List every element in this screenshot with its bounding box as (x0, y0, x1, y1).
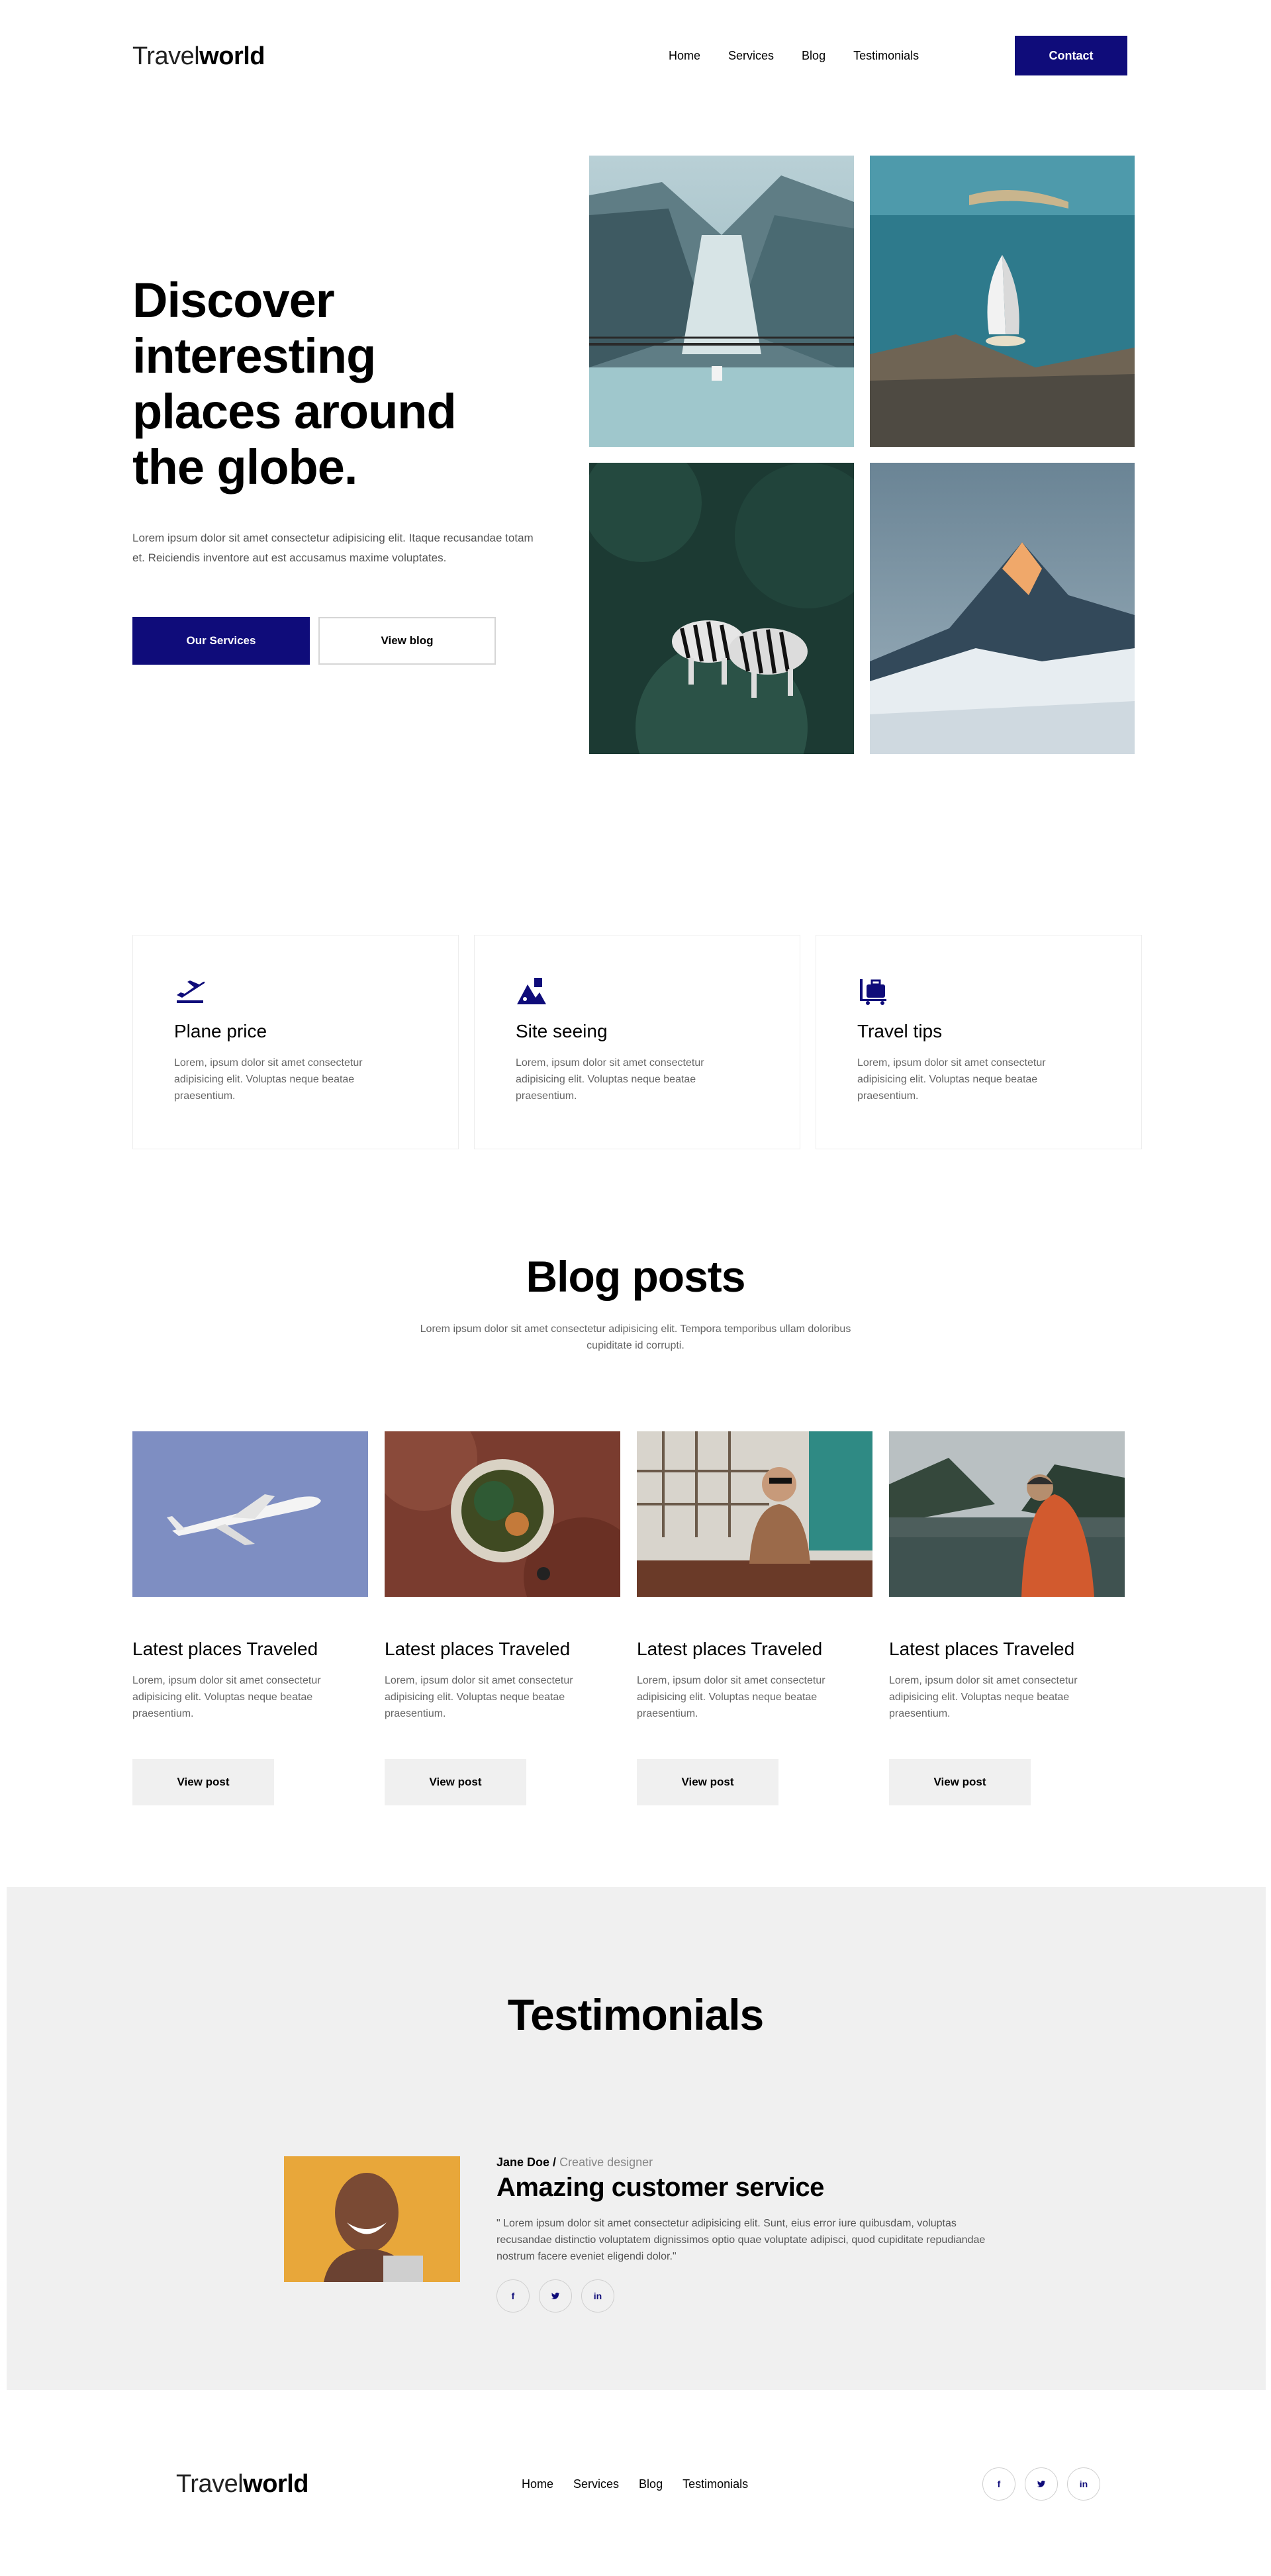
logo[interactable]: Travelworld (132, 44, 265, 69)
blog-post-text: Lorem, ipsum dolor sit amet consectetur … (132, 1675, 321, 1719)
view-post-button[interactable]: View post (385, 1759, 526, 1805)
footer-logo-bold-text: world (243, 2470, 308, 2498)
logo-bold-text: world (199, 42, 265, 70)
twitter-icon[interactable] (1025, 2467, 1058, 2501)
testimonial-headline: Amazing customer service (496, 2173, 824, 2202)
blog-post-title[interactable]: Latest places Traveled (889, 1639, 1074, 1660)
footer-logo-light-text: Travel (176, 2470, 244, 2498)
feature-title: Plane price (174, 1021, 267, 1041)
feature-text: Lorem, ipsum dolor sit amet consectetur … (516, 1057, 704, 1102)
nav-home[interactable]: Home (669, 46, 700, 65)
blog-section-subtitle: Lorem ipsum dolor sit amet consectetur a… (420, 1323, 851, 1351)
facebook-icon[interactable]: f (496, 2279, 530, 2313)
footer-nav-services[interactable]: Services (573, 2475, 619, 2493)
blog-post-text: Lorem, ipsum dolor sit amet consectetur … (385, 1675, 573, 1719)
site-header: Travelworld Home Services Blog Testimoni… (0, 0, 1271, 113)
testimonial-role: Creative designer (559, 2156, 653, 2169)
linkedin-icon[interactable]: in (581, 2279, 614, 2313)
feature-text: Lorem, ipsum dolor sit amet consectetur … (857, 1057, 1046, 1102)
blog-post-text: Lorem, ipsum dolor sit amet consectetur … (889, 1675, 1078, 1719)
blog-post-image-food-bowl[interactable] (385, 1431, 620, 1597)
view-blog-button[interactable]: View blog (318, 617, 496, 665)
contact-button[interactable]: Contact (1015, 36, 1127, 75)
testimonials-title: Testimonials (507, 1990, 765, 2039)
blog-post-title[interactable]: Latest places Traveled (132, 1639, 318, 1660)
main-nav: Home Services Blog Testimonials (669, 46, 947, 65)
footer-logo[interactable]: Travelworld (176, 2471, 308, 2497)
feature-text: Lorem, ipsum dolor sit amet consectetur … (174, 1057, 363, 1102)
blog-post-image-man-cafe[interactable] (637, 1431, 872, 1597)
testimonial-quote: " Lorem ipsum dolor sit amet consectetur… (496, 2218, 986, 2262)
airplane-takeoff-icon (174, 975, 206, 1007)
blog-post-title[interactable]: Latest places Traveled (385, 1639, 570, 1660)
hero-photo-snow-peak (870, 463, 1135, 754)
testimonial-avatar (284, 2156, 460, 2282)
footer-nav-testimonials[interactable]: Testimonials (683, 2475, 748, 2493)
twitter-icon[interactable] (539, 2279, 572, 2313)
hero-photo-dubai-coast (870, 156, 1135, 447)
testimonial-name: Jane Doe / (496, 2156, 557, 2169)
logo-light-text: Travel (132, 42, 200, 70)
testimonial-social-links: f in (496, 2279, 614, 2313)
hero-photo-zebras (589, 463, 854, 754)
facebook-icon[interactable]: f (982, 2467, 1015, 2501)
hero-title: Discover interesting places around the g… (132, 273, 457, 495)
feature-card-plane-price: Plane price Lorem, ipsum dolor sit amet … (132, 935, 459, 1149)
hero-photo-mountain-bridge (589, 156, 854, 447)
our-services-button[interactable]: Our Services (132, 617, 310, 665)
footer-social-links: f in (982, 2467, 1100, 2501)
view-post-button[interactable]: View post (132, 1759, 274, 1805)
linkedin-icon[interactable]: in (1067, 2467, 1100, 2501)
footer-nav: Home Services Blog Testimonials (522, 2475, 768, 2493)
nav-services[interactable]: Services (728, 46, 774, 65)
view-post-button[interactable]: View post (889, 1759, 1031, 1805)
testimonial-author: Jane Doe / Creative designer (496, 2156, 653, 2170)
feature-card-site-seeing: Site seeing Lorem, ipsum dolor sit amet … (474, 935, 800, 1149)
hero-text: Lorem ipsum dolor sit amet consectetur a… (132, 532, 534, 564)
nav-blog[interactable]: Blog (802, 46, 825, 65)
footer-nav-home[interactable]: Home (522, 2475, 553, 2493)
luggage-cart-icon (857, 975, 889, 1007)
feature-card-travel-tips: Travel tips Lorem, ipsum dolor sit amet … (816, 935, 1142, 1149)
map-landmark-icon (516, 975, 547, 1007)
view-post-button[interactable]: View post (637, 1759, 778, 1805)
feature-title: Site seeing (516, 1021, 608, 1041)
blog-post-image-hiker-lake[interactable] (889, 1431, 1125, 1597)
footer-nav-blog[interactable]: Blog (639, 2475, 663, 2493)
blog-post-title[interactable]: Latest places Traveled (637, 1639, 822, 1660)
blog-post-text: Lorem, ipsum dolor sit amet consectetur … (637, 1675, 825, 1719)
testimonials-section (7, 1887, 1266, 2390)
nav-testimonials[interactable]: Testimonials (853, 46, 919, 65)
blog-section-title: Blog posts (526, 1252, 746, 1301)
blog-post-image-airplane[interactable] (132, 1431, 368, 1597)
feature-title: Travel tips (857, 1021, 943, 1041)
